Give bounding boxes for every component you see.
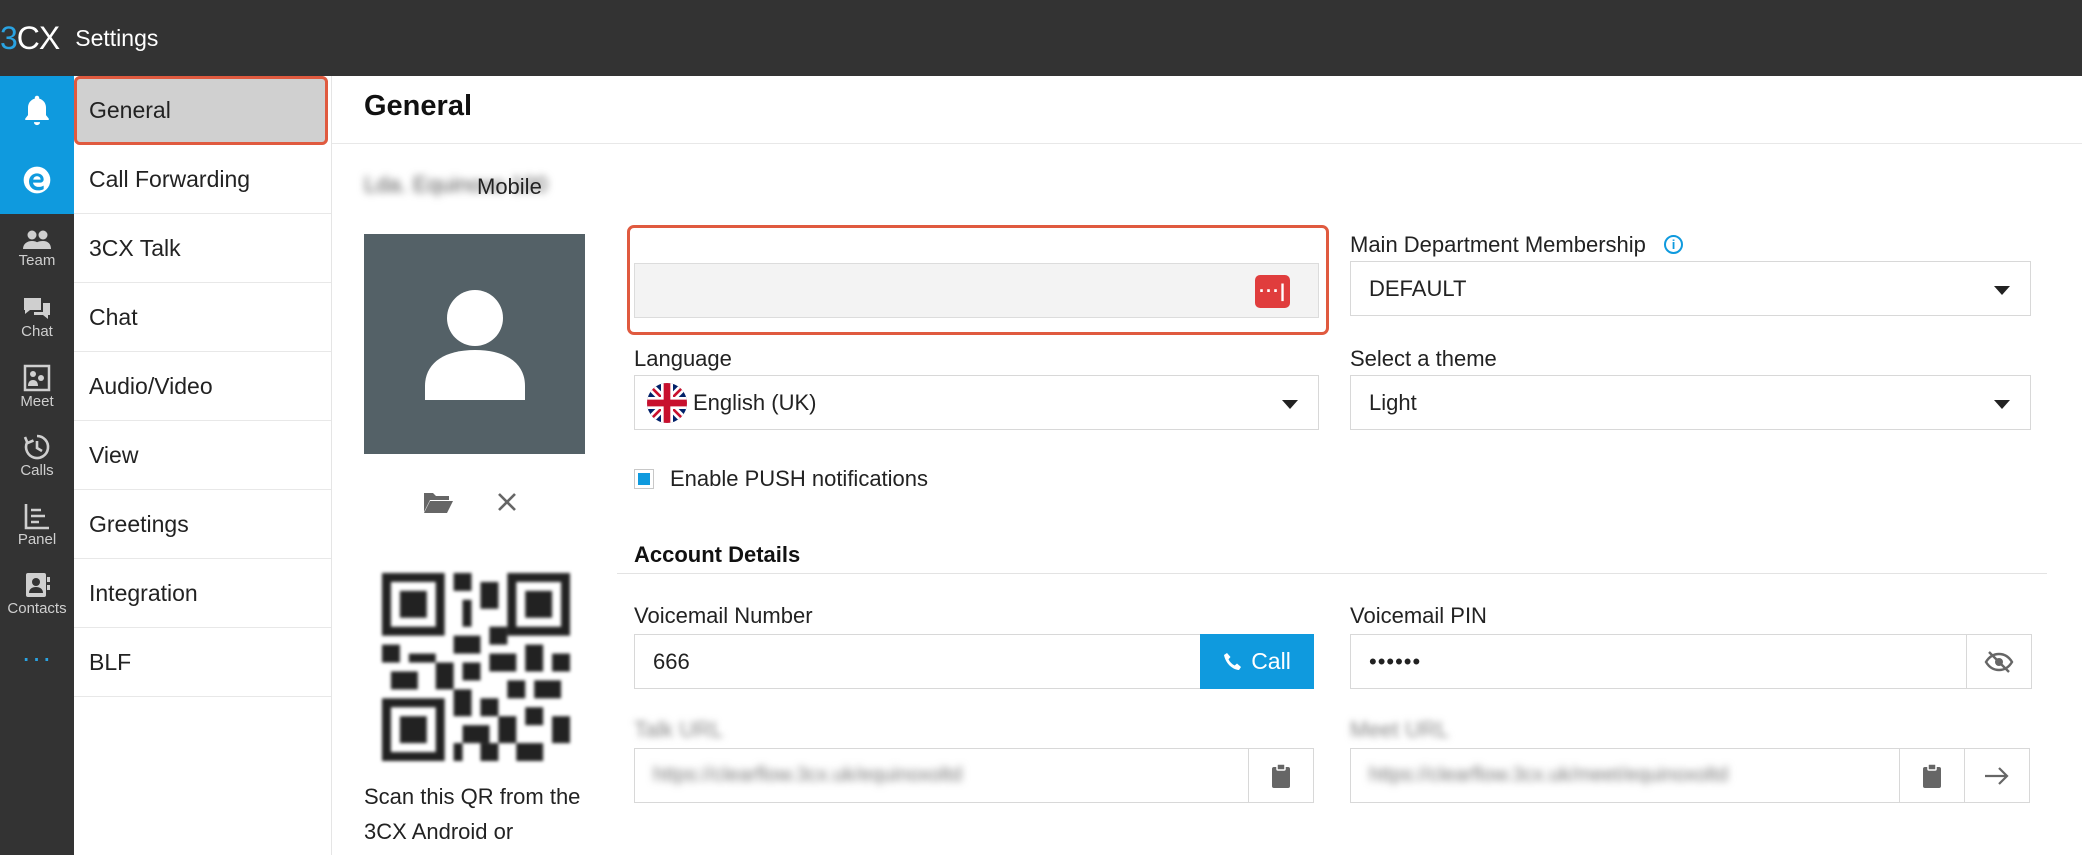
title-divider	[332, 143, 2082, 144]
nav-item-integration[interactable]: Integration	[74, 559, 331, 628]
nav-item-audio-video[interactable]: Audio/Video	[74, 352, 331, 421]
password-manager-icon[interactable]: ···|	[1255, 275, 1290, 308]
rail-edge[interactable]	[0, 145, 74, 214]
rail-more[interactable]: ···	[0, 628, 74, 697]
mobile-label: Mobile	[477, 174, 542, 199]
voicemail-pin-value: ••••••	[1369, 648, 1422, 674]
chevron-down-icon	[1282, 400, 1298, 409]
copy-meet-url-button[interactable]	[1899, 748, 1965, 803]
account-details-divider	[617, 573, 2047, 574]
voicemail-number-label: Voicemail Number	[634, 603, 813, 628]
rail-panel[interactable]: Panel	[0, 490, 74, 559]
chevron-down-icon	[1994, 400, 2010, 409]
nav-item-greetings[interactable]: Greetings	[74, 490, 331, 559]
theme-value: Light	[1369, 389, 1417, 415]
nav-item-view[interactable]: View	[74, 421, 331, 490]
meet-url-input[interactable]: https://clearflow.3cx.uk/meet/equinoxolt…	[1350, 748, 1901, 803]
rail-contacts[interactable]: Contacts	[0, 559, 74, 628]
department-label-text: Main Department Membership	[1350, 232, 1646, 257]
push-notifications-label: Enable PUSH notifications	[670, 466, 929, 491]
voicemail-pin-label: Voicemail PIN	[1350, 603, 1487, 628]
theme-select[interactable]: Light	[1350, 375, 2031, 430]
talk-url-label: Talk URL	[634, 717, 724, 742]
main-content: General Lda. Equinoxo 100 Scan this QR f…	[332, 76, 2082, 855]
rail-meet-label: Meet	[20, 392, 54, 410]
rail-notifications[interactable]	[0, 76, 74, 145]
rail-calls[interactable]: Calls	[0, 421, 74, 490]
settings-nav: General Call Forwarding 3CX Talk Chat Au…	[74, 76, 332, 855]
push-notifications-row[interactable]: Enable PUSH notifications	[634, 466, 928, 492]
mobile-input[interactable]: ···|	[634, 263, 1319, 318]
toggle-pin-visibility-button[interactable]	[1966, 634, 2032, 689]
voicemail-pin-input[interactable]: ••••••	[1350, 634, 1967, 689]
clipboard-icon	[1923, 762, 1941, 788]
chat-icon	[24, 297, 50, 319]
rail-contacts-label: Contacts	[7, 599, 67, 617]
meet-url-value: https://clearflow.3cx.uk/meet/equinoxolt…	[1369, 764, 1729, 786]
avatar-actions	[422, 490, 518, 514]
panel-icon	[24, 503, 49, 529]
rail-chat-label: Chat	[21, 322, 53, 340]
rail-meet[interactable]: Meet	[0, 352, 74, 421]
profile-avatar[interactable]	[364, 234, 585, 454]
uk-flag-icon	[647, 382, 687, 423]
rail-panel-label: Panel	[17, 530, 57, 548]
edge-browser-icon	[23, 166, 51, 193]
app-logo: 3CX	[0, 19, 60, 56]
remove-avatar-icon[interactable]	[496, 491, 518, 513]
nav-item-blf[interactable]: BLF	[74, 628, 331, 697]
info-icon[interactable]: i	[1664, 234, 1684, 254]
phone-icon	[1224, 652, 1242, 670]
meet-icon	[23, 364, 51, 391]
rail-calls-label: Calls	[20, 461, 54, 479]
talk-url-value: https://clearflow.3cx.uk/equinoxoltd	[653, 764, 963, 786]
language-select[interactable]: English (UK)	[634, 375, 1319, 430]
team-icon	[23, 230, 51, 249]
language-value: English (UK)	[693, 389, 817, 415]
department-label: Main Department Membership i	[1350, 232, 1684, 258]
language-label: Language	[634, 346, 732, 371]
nav-item-general[interactable]: General	[74, 76, 328, 145]
clipboard-icon	[1272, 762, 1290, 788]
app-title: Settings	[75, 24, 159, 51]
push-notifications-checkbox[interactable]	[634, 469, 654, 489]
voicemail-number-input[interactable]: 666	[634, 634, 1201, 689]
copy-talk-url-button[interactable]	[1248, 748, 1314, 803]
meet-url-label: Meet URL	[1350, 717, 1450, 742]
rail-team-label: Team	[18, 251, 56, 269]
qr-caption: Scan this QR from the 3CX Android or	[364, 784, 581, 844]
call-button-label: Call	[1251, 648, 1291, 674]
user-silhouette-icon	[424, 290, 525, 400]
nav-item-chat[interactable]: Chat	[74, 283, 331, 352]
more-icon: ···	[21, 641, 53, 673]
rail-team[interactable]: Team	[0, 214, 74, 283]
open-folder-icon[interactable]	[422, 490, 454, 514]
account-details-title: Account Details	[634, 542, 801, 567]
checkbox-fill	[638, 473, 650, 485]
contacts-icon	[26, 572, 50, 597]
history-icon	[23, 434, 50, 459]
top-bar: 3CX Settings	[0, 0, 2082, 76]
chevron-down-icon	[1994, 286, 2010, 295]
nav-item-call-forwarding[interactable]: Call Forwarding	[74, 145, 331, 214]
icon-rail: Team Chat Meet Calls Panel Contacts ···	[0, 76, 74, 855]
voicemail-number-value: 666	[653, 648, 690, 674]
open-meet-url-button[interactable]	[1964, 748, 2030, 803]
department-value: DEFAULT	[1369, 275, 1467, 301]
nav-item-3cx-talk[interactable]: 3CX Talk	[74, 214, 331, 283]
call-voicemail-button[interactable]: Call	[1200, 634, 1314, 689]
talk-url-input[interactable]: https://clearflow.3cx.uk/equinoxoltd	[634, 748, 1251, 803]
bell-icon	[25, 95, 49, 125]
arrow-right-icon	[1985, 766, 2009, 785]
eye-off-icon	[1984, 650, 2014, 673]
rail-chat[interactable]: Chat	[0, 283, 74, 352]
qr-code	[382, 573, 570, 761]
department-select[interactable]: DEFAULT	[1350, 261, 2031, 316]
page-title: General	[364, 90, 472, 122]
theme-label: Select a theme	[1350, 346, 1497, 371]
